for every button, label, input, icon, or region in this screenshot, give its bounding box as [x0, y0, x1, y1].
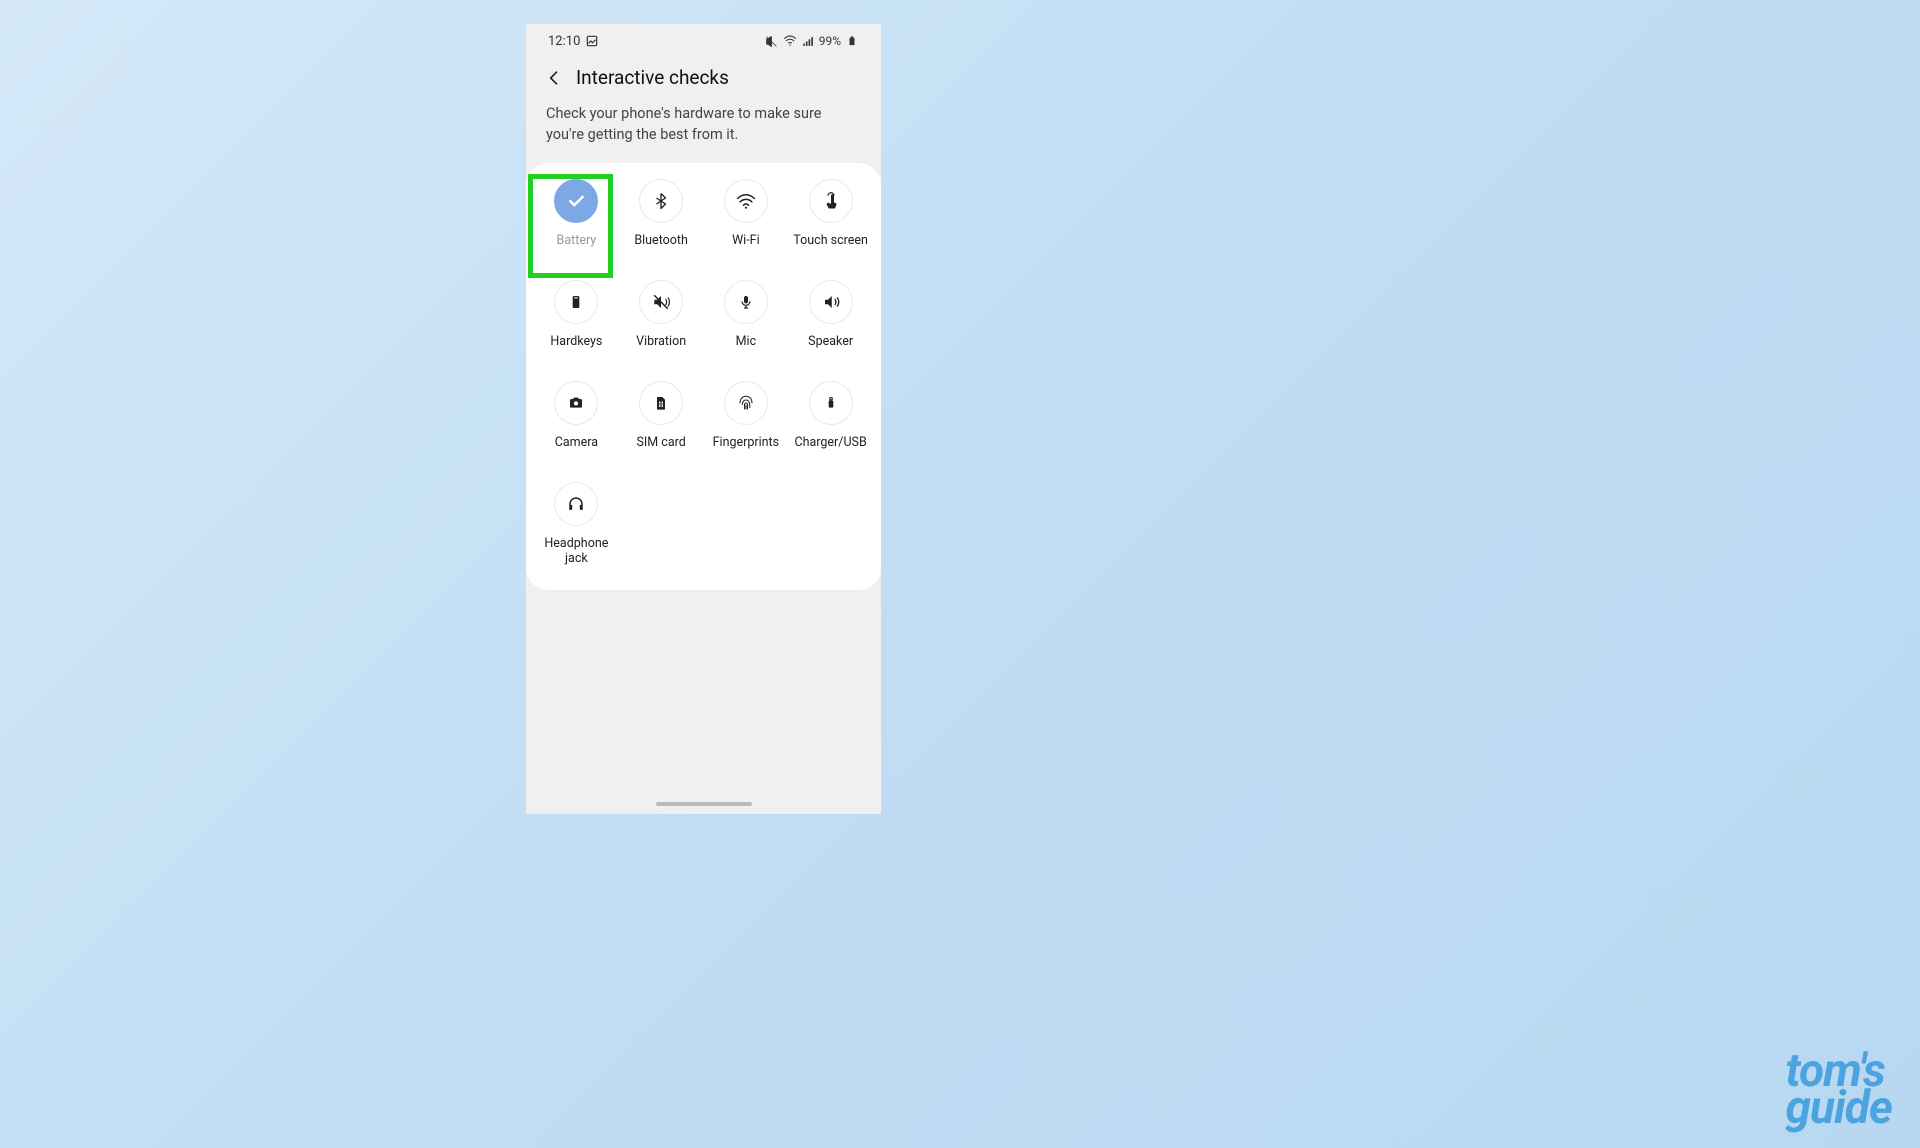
battery-percent: 99%: [819, 34, 841, 48]
tile-label: Hardkeys: [550, 334, 602, 349]
touch-icon: [809, 179, 853, 223]
screenshot-icon: [585, 34, 599, 48]
tile-label: Wi-Fi: [732, 233, 760, 248]
tile-label: Camera: [555, 435, 598, 450]
tile-label: SIM card: [636, 435, 685, 450]
status-time: 12:10: [548, 34, 580, 49]
tile-label: Bluetooth: [634, 233, 688, 248]
back-button[interactable]: [544, 68, 564, 88]
tile-label: Headphone jack: [536, 536, 616, 566]
tile-fingerprints[interactable]: Fingerprints: [704, 381, 789, 450]
headphone-icon: [554, 482, 598, 526]
tiles-grid: Battery Bluetooth Wi-Fi Touch screen Hardkey…: [534, 179, 873, 566]
mic-icon: [724, 280, 768, 324]
tile-vibration[interactable]: Vibration: [619, 280, 704, 349]
tile-bluetooth[interactable]: Bluetooth: [619, 179, 704, 248]
tile-label: Speaker: [808, 334, 853, 349]
phone-frame: 12:10 99% Interactive checks C: [526, 24, 881, 814]
tile-hardkeys[interactable]: Hardkeys: [534, 280, 619, 349]
status-bar: 12:10 99%: [526, 24, 881, 58]
tile-touch-screen[interactable]: Touch screen: [788, 179, 873, 248]
tile-mic[interactable]: Mic: [704, 280, 789, 349]
gesture-handle[interactable]: [656, 802, 752, 806]
signal-icon: [801, 34, 815, 48]
header: Interactive checks: [526, 58, 881, 95]
sim-icon: [639, 381, 683, 425]
status-left: 12:10: [548, 34, 599, 49]
wifi-status-icon: [783, 34, 797, 48]
usb-icon: [809, 381, 853, 425]
speaker-icon: [809, 280, 853, 324]
tiles-panel: Battery Bluetooth Wi-Fi Touch screen Hardkey…: [526, 163, 881, 590]
watermark-line2: guide: [1785, 1090, 1892, 1128]
fingerprint-icon: [724, 381, 768, 425]
tile-speaker[interactable]: Speaker: [788, 280, 873, 349]
tile-charger-usb[interactable]: Charger/USB: [788, 381, 873, 450]
phone-rect-icon: [554, 280, 598, 324]
tile-label: Vibration: [636, 334, 686, 349]
tile-headphone-jack[interactable]: Headphone jack: [534, 482, 619, 566]
bluetooth-icon: [639, 179, 683, 223]
page-subtitle: Check your phone's hardware to make sure…: [526, 95, 881, 163]
vibration-icon: [639, 280, 683, 324]
battery-icon: [845, 34, 859, 48]
tile-sim-card[interactable]: SIM card: [619, 381, 704, 450]
tile-wi-fi[interactable]: Wi-Fi: [704, 179, 789, 248]
watermark-logo: tom's guide: [1785, 1053, 1892, 1128]
tile-label: Charger/USB: [794, 435, 866, 450]
tile-battery[interactable]: Battery: [534, 179, 619, 248]
check-icon: [554, 179, 598, 223]
wifi-icon: [724, 179, 768, 223]
tile-camera[interactable]: Camera: [534, 381, 619, 450]
mute-icon: [765, 34, 779, 48]
tile-label: Mic: [736, 334, 757, 349]
tile-label: Fingerprints: [713, 435, 779, 450]
camera-icon: [554, 381, 598, 425]
tile-label: Battery: [557, 233, 597, 248]
tile-label: Touch screen: [793, 233, 868, 248]
status-right: 99%: [765, 34, 859, 48]
page-title: Interactive checks: [576, 66, 729, 89]
